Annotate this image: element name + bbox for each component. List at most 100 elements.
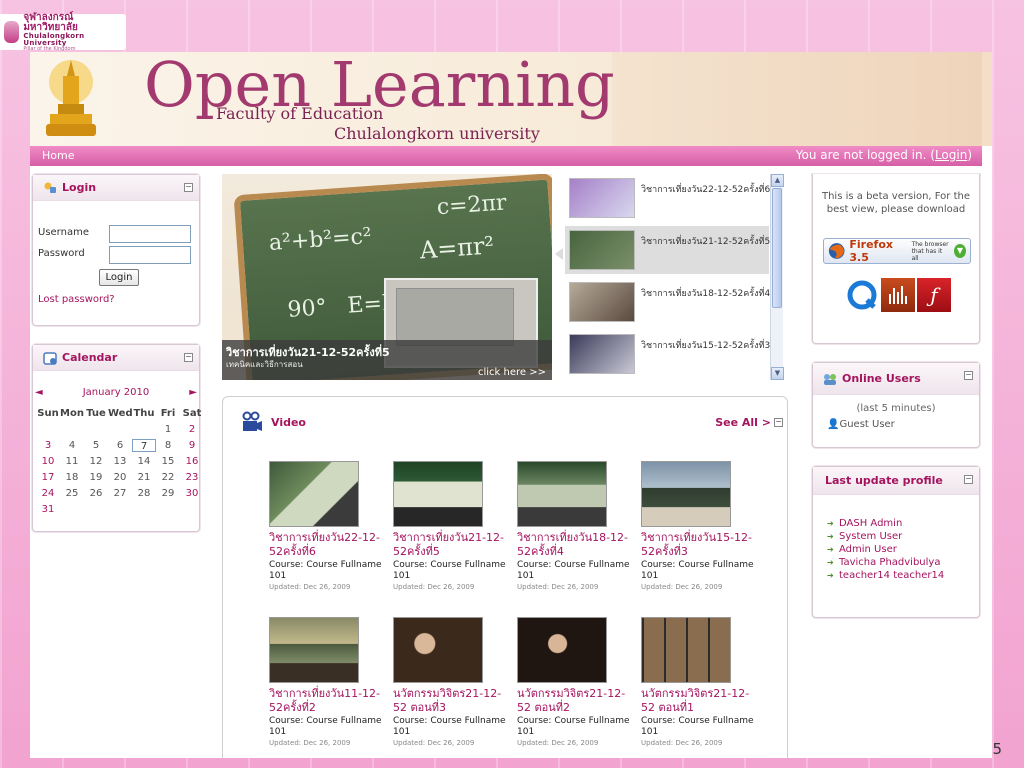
calendar-date[interactable]: 18 (60, 471, 84, 484)
last-update-user-link[interactable]: Tavicha Phadvibulya (827, 556, 944, 569)
playlist-scrollbar[interactable]: ▲ ▼ (770, 174, 784, 380)
calendar-date[interactable]: 11 (60, 455, 84, 468)
audio-player-icon[interactable] (881, 278, 915, 312)
video-thumbnail[interactable] (641, 617, 731, 683)
video-thumbnail[interactable] (641, 461, 731, 527)
video-title[interactable]: นวัตกรรมวิจิตร21-12-52 ตอนที่2 (517, 687, 629, 715)
calendar-date[interactable]: 12 (84, 455, 108, 468)
video-title[interactable]: วิชาการเที่ยงวัน18-12-52ครั้งที่4 (517, 531, 629, 559)
slide-page-number: 5 (992, 740, 1002, 758)
video-thumbnail[interactable] (517, 461, 607, 527)
scroll-down-icon[interactable]: ▼ (771, 367, 784, 380)
calendar-empty-cell (84, 423, 108, 436)
video-thumbnail[interactable] (269, 617, 359, 683)
firefox-download-button[interactable]: Firefox 3.5 The browser that has it all … (823, 238, 971, 264)
video-card[interactable]: วิชาการเที่ยงวัน15-12-52ครั้งที่3 Course:… (641, 461, 757, 591)
calendar-date[interactable]: 22 (156, 471, 180, 484)
calendar-date[interactable]: 24 (36, 487, 60, 500)
calendar-date[interactable]: 20 (108, 471, 132, 484)
calendar-date[interactable]: 10 (36, 455, 60, 468)
calendar-block: Calendar − ◄ January 2010 ► Sun Mon Tue Wed… (32, 344, 201, 532)
video-title[interactable]: นวัตกรรมวิจิตร21-12-52 ตอนที่3 (393, 687, 505, 715)
calendar-date[interactable]: 9 (180, 439, 204, 452)
calendar-date[interactable]: 1 (156, 423, 180, 436)
calendar-date[interactable]: 31 (36, 503, 60, 516)
lost-password-link[interactable]: Lost password? (38, 294, 115, 305)
calendar-date[interactable]: 26 (84, 487, 108, 500)
video-thumbnail[interactable] (393, 461, 483, 527)
video-title[interactable]: วิชาการเที่ยงวัน22-12-52ครั้งที่6 (269, 531, 381, 559)
minimize-button[interactable]: − (964, 371, 973, 380)
video-title[interactable]: วิชาการเที่ยงวัน11-12-52ครั้งที่2 (269, 687, 381, 715)
video-card[interactable]: นวัตกรรมวิจิตร21-12-52 ตอนที่3 Course: Co… (393, 617, 509, 747)
calendar-date[interactable]: 23 (180, 471, 204, 484)
university-motto: Pillar of the Kingdom (23, 45, 76, 52)
featured-click-link[interactable]: click here >> (478, 367, 546, 378)
video-title[interactable]: นวัตกรรมวิจิตร21-12-52 ตอนที่1 (641, 687, 753, 715)
nav-login-link[interactable]: Login (935, 148, 967, 162)
calendar-date[interactable]: 14 (132, 455, 156, 468)
calendar-date[interactable]: 25 (60, 487, 84, 500)
calendar-date[interactable]: 21 (132, 471, 156, 484)
minimize-button[interactable]: − (184, 183, 193, 192)
video-card[interactable]: วิชาการเที่ยงวัน22-12-52ครั้งที่6 Course:… (269, 461, 385, 591)
calendar-date[interactable]: 29 (156, 487, 180, 500)
video-updated: Updated: Dec 26, 2009 (269, 739, 351, 747)
calendar-date[interactable]: 4 (60, 439, 84, 452)
playlist-item[interactable]: วิชาการเที่ยงวัน22-12-52ครั้งที่6 (565, 174, 770, 222)
calendar-day-header: Mon (60, 408, 84, 419)
calendar-date[interactable]: 30 (180, 487, 204, 500)
calendar-date[interactable]: 15 (156, 455, 180, 468)
last-update-user-link[interactable]: System User (827, 530, 944, 543)
calendar-month[interactable]: January 2010 (33, 387, 199, 398)
calendar-date[interactable]: 8 (156, 439, 180, 452)
login-button[interactable]: Login (99, 269, 139, 286)
playlist-item-label: วิชาการเที่ยงวัน15-12-52ครั้งที่3 (641, 341, 771, 351)
flash-player-icon[interactable]: ƒ (917, 278, 951, 312)
quicktime-icon[interactable] (845, 278, 879, 312)
calendar-next-button[interactable]: ► (189, 387, 197, 398)
browser-page: Open Learning Faculty of Education Chula… (30, 52, 992, 758)
scrollbar-thumb[interactable] (772, 188, 782, 308)
see-all-link[interactable]: See All > (715, 416, 771, 429)
video-thumbnail[interactable] (269, 461, 359, 527)
last-update-user-link[interactable]: Admin User (827, 543, 944, 556)
featured-caption: วิชาการเที่ยงวัน21-12-52ครั้งที่5 เทคนิค… (222, 340, 552, 380)
calendar-day-header: Sat (182, 408, 202, 419)
playlist-item[interactable]: วิชาการเที่ยงวัน18-12-52ครั้งที่4 (565, 278, 770, 326)
online-user-item[interactable]: 👤Guest User (827, 419, 895, 430)
last-update-user-link[interactable]: DASH Admin (827, 517, 944, 530)
featured-video[interactable]: a²+b²=c² c=2πr A=πr² 90° E=M วิชาการเที่… (222, 174, 552, 380)
calendar-date[interactable]: 2 (180, 423, 204, 436)
video-thumbnail[interactable] (517, 617, 607, 683)
video-title[interactable]: วิชาการเที่ยงวัน15-12-52ครั้งที่3 (641, 531, 753, 559)
minimize-button[interactable]: − (184, 353, 193, 362)
video-card[interactable]: วิชาการเที่ยงวัน21-12-52ครั้งที่5 Course:… (393, 461, 509, 591)
minimize-button[interactable]: − (774, 418, 783, 427)
calendar-date[interactable]: 27 (108, 487, 132, 500)
username-input[interactable] (109, 225, 191, 243)
calendar-date[interactable]: 16 (180, 455, 204, 468)
minimize-button[interactable]: − (964, 475, 973, 484)
password-input[interactable] (109, 246, 191, 264)
video-thumbnail[interactable] (393, 617, 483, 683)
video-card[interactable]: วิชาการเที่ยงวัน18-12-52ครั้งที่4 Course:… (517, 461, 633, 591)
calendar-date[interactable]: 28 (132, 487, 156, 500)
calendar-date[interactable]: 19 (84, 471, 108, 484)
calendar-date[interactable]: 5 (84, 439, 108, 452)
last-update-user-link[interactable]: teacher14 teacher14 (827, 569, 944, 582)
scroll-up-icon[interactable]: ▲ (771, 174, 784, 187)
calendar-date[interactable]: 13 (108, 455, 132, 468)
playlist-item[interactable]: วิชาการเที่ยงวัน15-12-52ครั้งที่3 (565, 330, 771, 378)
video-card[interactable]: นวัตกรรมวิจิตร21-12-52 ตอนที่1 Course: Co… (641, 617, 757, 747)
nav-home-link[interactable]: Home (42, 149, 74, 162)
university-name-thai: จุฬาลงกรณ์มหาวิทยาลัย (23, 11, 78, 33)
video-card[interactable]: วิชาการเที่ยงวัน11-12-52ครั้งที่2 Course:… (269, 617, 385, 747)
calendar-date[interactable]: 7 (132, 439, 156, 452)
calendar-date[interactable]: 3 (36, 439, 60, 452)
calendar-date[interactable]: 6 (108, 439, 132, 452)
calendar-date[interactable]: 17 (36, 471, 60, 484)
video-title[interactable]: วิชาการเที่ยงวัน21-12-52ครั้งที่5 (393, 531, 505, 559)
playlist-item[interactable]: วิชาการเที่ยงวัน21-12-52ครั้งที่5 (565, 226, 770, 274)
video-card[interactable]: นวัตกรรมวิจิตร21-12-52 ตอนที่2 Course: Co… (517, 617, 633, 747)
